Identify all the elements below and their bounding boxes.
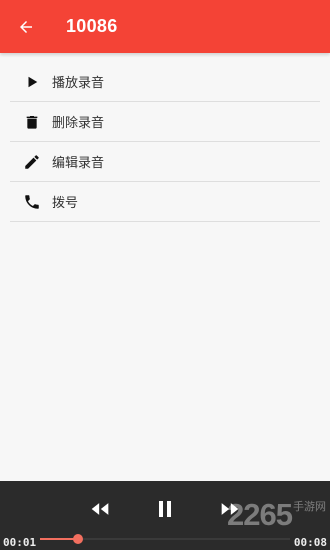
watermark-text: 手游网 xyxy=(293,500,326,513)
app-bar: 10086 xyxy=(0,0,330,53)
menu-item-label: 拨号 xyxy=(52,196,79,211)
current-time: 00:01 xyxy=(3,536,37,549)
app-screen: 10086 播放录音 删除录音 编辑录音 拨号 00:01 00:08 2265… xyxy=(0,0,330,550)
total-time: 00:08 xyxy=(293,536,327,549)
arrow-left-icon xyxy=(20,20,32,33)
progress-track[interactable] xyxy=(40,534,290,544)
menu-item-label: 编辑录音 xyxy=(52,156,105,171)
progress-thumb[interactable] xyxy=(72,534,83,544)
rewind-button[interactable] xyxy=(89,498,111,520)
menu-item-dial[interactable]: 拨号 xyxy=(10,182,320,222)
menu-item-play[interactable]: 播放录音 xyxy=(10,62,320,102)
play-icon xyxy=(21,71,43,93)
menu-item-edit[interactable]: 编辑录音 xyxy=(10,142,320,182)
page-title: 10086 xyxy=(66,16,118,36)
menu-item-label: 删除录音 xyxy=(52,116,105,131)
watermark-number: 2265 xyxy=(227,497,293,532)
recording-menu: 播放录音 删除录音 编辑录音 拨号 xyxy=(10,62,320,222)
pencil-icon xyxy=(21,151,43,173)
back-button[interactable] xyxy=(14,15,38,39)
menu-item-delete[interactable]: 删除录音 xyxy=(10,102,320,142)
menu-item-label: 播放录音 xyxy=(52,76,105,91)
pause-icon xyxy=(159,501,171,517)
watermark: 2265 手游网 xyxy=(227,498,326,530)
phone-icon xyxy=(21,191,43,213)
trash-icon xyxy=(21,111,43,133)
progress-fill xyxy=(40,538,78,540)
pause-button[interactable] xyxy=(154,498,176,520)
rewind-icon xyxy=(91,503,109,515)
